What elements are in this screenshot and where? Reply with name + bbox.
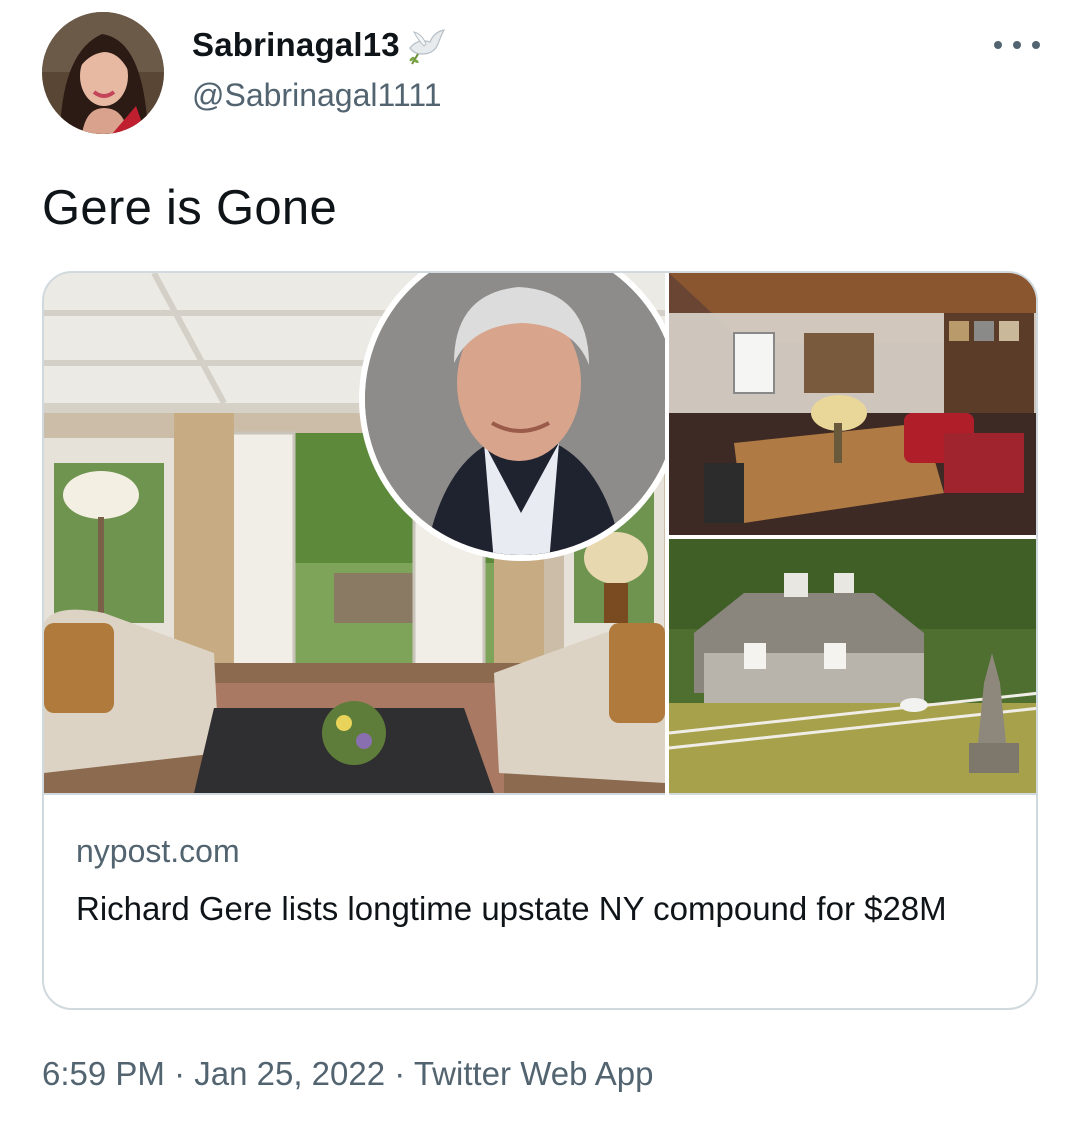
display-name[interactable]: Sabrinagal13 xyxy=(192,26,400,64)
card-media xyxy=(44,273,1036,795)
tweet-source[interactable]: Twitter Web App xyxy=(414,1055,654,1092)
more-dot xyxy=(1032,41,1040,49)
more-dot xyxy=(1013,41,1021,49)
tweet-date[interactable]: Jan 25, 2022 xyxy=(194,1055,385,1092)
link-preview-card[interactable]: nypost.com Richard Gere lists longtime u… xyxy=(42,271,1038,1010)
tweet-time[interactable]: 6:59 PM xyxy=(42,1055,165,1092)
separator-dot: · xyxy=(174,1055,186,1092)
barn-estate-photo xyxy=(668,539,1036,793)
author-name-row: Sabrinagal13 xyxy=(192,24,448,66)
more-options-button[interactable] xyxy=(994,30,1040,60)
avatar[interactable] xyxy=(42,12,164,134)
author-handle[interactable]: @Sabrinagal1111 xyxy=(192,77,442,114)
avatar-image xyxy=(42,12,164,134)
study-room-photo xyxy=(669,273,1036,535)
card-title: Richard Gere lists longtime upstate NY c… xyxy=(76,890,947,927)
card-domain: nypost.com xyxy=(76,833,240,869)
separator-dot: · xyxy=(394,1055,406,1092)
dove-with-olive-branch-icon xyxy=(404,26,448,66)
more-horizontal-icon xyxy=(994,41,1002,49)
tweet-metadata: 6:59 PM · Jan 25, 2022 · Twitter Web App xyxy=(42,1055,654,1093)
tweet-text: Gere is Gone xyxy=(42,181,338,235)
